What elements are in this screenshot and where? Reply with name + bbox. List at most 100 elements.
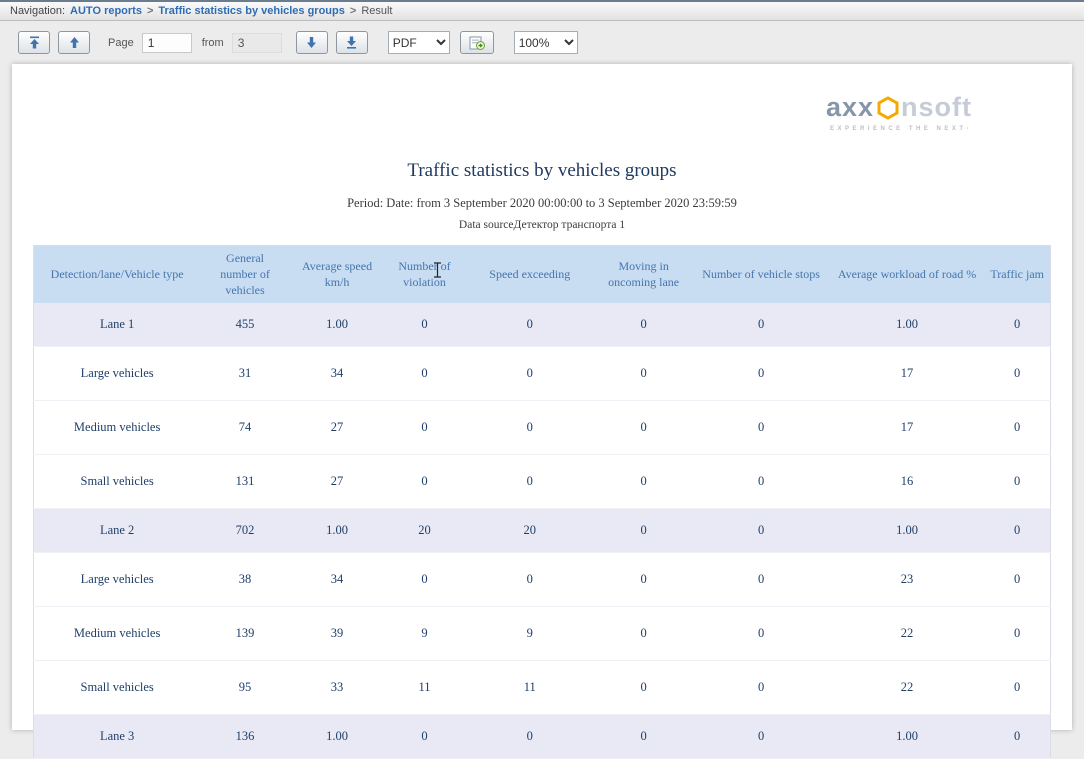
last-page-button[interactable] — [336, 31, 368, 54]
value-cell: 0 — [384, 455, 464, 509]
value-cell: 0 — [384, 303, 464, 347]
page-label: Page — [108, 37, 134, 49]
report-page: axx nsoft EXPERIENCE THE NEXT· Traffic s… — [12, 64, 1072, 730]
value-cell: 0 — [984, 455, 1050, 509]
table-row: Large vehicles31340000170 — [34, 347, 1051, 401]
header-moving-oncoming: Moving in oncoming lane — [595, 246, 693, 303]
report-period: Period: Date: from 3 September 2020 00:0… — [12, 196, 1072, 211]
header-number-violation: Number of violation — [384, 246, 464, 303]
value-cell: 0 — [595, 607, 693, 661]
value-cell: 0 — [595, 509, 693, 553]
hexagon-icon — [876, 96, 900, 120]
row-label-cell: Medium vehicles — [34, 401, 201, 455]
value-cell: 17 — [830, 347, 985, 401]
value-cell: 702 — [200, 509, 289, 553]
value-cell: 0 — [595, 661, 693, 715]
first-page-button[interactable] — [18, 31, 50, 54]
zoom-select[interactable]: 100% — [514, 31, 578, 54]
report-toolbar: Page from PDF 100% — [0, 21, 1084, 64]
value-cell: 0 — [595, 553, 693, 607]
breadcrumb-separator: > — [350, 5, 356, 17]
value-cell: 38 — [200, 553, 289, 607]
traffic-statistics-table: Detection/lane/Vehicle type General numb… — [33, 245, 1051, 759]
value-cell: 0 — [984, 347, 1050, 401]
value-cell: 0 — [384, 401, 464, 455]
value-cell: 20 — [465, 509, 595, 553]
arrow-down-bar-icon — [345, 36, 358, 49]
value-cell: 0 — [984, 607, 1050, 661]
row-label-cell: Lane 1 — [34, 303, 201, 347]
value-cell: 0 — [465, 455, 595, 509]
value-cell: 0 — [384, 347, 464, 401]
table-row: Lane 14551.0000001.000 — [34, 303, 1051, 347]
value-cell: 9 — [384, 607, 464, 661]
value-cell: 27 — [290, 401, 385, 455]
row-label-cell: Small vehicles — [34, 455, 201, 509]
value-cell: 0 — [595, 401, 693, 455]
value-cell: 74 — [200, 401, 289, 455]
total-pages-field — [232, 33, 282, 53]
report-data-source: Data sourceДетектор транспорта 1 — [12, 219, 1072, 231]
value-cell: 9 — [465, 607, 595, 661]
value-cell: 0 — [984, 661, 1050, 715]
value-cell: 0 — [692, 661, 829, 715]
table-row: Medium vehicles74270000170 — [34, 401, 1051, 455]
value-cell: 1.00 — [290, 715, 385, 759]
breadcrumb-result: Result — [361, 5, 392, 17]
value-cell: 0 — [692, 455, 829, 509]
value-cell: 0 — [984, 509, 1050, 553]
value-cell: 455 — [200, 303, 289, 347]
breadcrumb-label: Navigation: — [10, 5, 65, 17]
table-row: Small vehicles9533111100220 — [34, 661, 1051, 715]
table-row: Large vehicles38340000230 — [34, 553, 1051, 607]
value-cell: 0 — [984, 715, 1050, 759]
previous-page-button[interactable] — [58, 31, 90, 54]
table-header-row: Detection/lane/Vehicle type General numb… — [34, 246, 1051, 303]
value-cell: 0 — [595, 455, 693, 509]
value-cell: 0 — [984, 401, 1050, 455]
value-cell: 31 — [200, 347, 289, 401]
breadcrumb-traffic-statistics[interactable]: Traffic statistics by vehicles groups — [158, 5, 344, 17]
value-cell: 22 — [830, 661, 985, 715]
row-label-cell: Lane 2 — [34, 509, 201, 553]
value-cell: 33 — [290, 661, 385, 715]
value-cell: 1.00 — [830, 509, 985, 553]
row-label-cell: Large vehicles — [34, 553, 201, 607]
next-page-button[interactable] — [296, 31, 328, 54]
row-label-cell: Medium vehicles — [34, 607, 201, 661]
breadcrumb-separator: > — [147, 5, 153, 17]
value-cell: 0 — [984, 303, 1050, 347]
value-cell: 22 — [830, 607, 985, 661]
value-cell: 0 — [384, 715, 464, 759]
value-cell: 0 — [692, 401, 829, 455]
header-workload-road: Average workload of road % — [830, 246, 985, 303]
from-label: from — [202, 37, 224, 49]
value-cell: 139 — [200, 607, 289, 661]
value-cell: 0 — [692, 303, 829, 347]
value-cell: 136 — [200, 715, 289, 759]
value-cell: 11 — [465, 661, 595, 715]
page-number-input[interactable] — [142, 33, 192, 53]
logo-tagline: EXPERIENCE THE NEXT· — [826, 126, 972, 132]
value-cell: 0 — [465, 553, 595, 607]
breadcrumb: Navigation: AUTO reports > Traffic stati… — [0, 0, 1084, 21]
value-cell: 11 — [384, 661, 464, 715]
table-row: Small vehicles131270000160 — [34, 455, 1051, 509]
value-cell: 0 — [465, 303, 595, 347]
value-cell: 1.00 — [830, 715, 985, 759]
header-average-speed: Average speed km/h — [290, 246, 385, 303]
value-cell: 27 — [290, 455, 385, 509]
header-general-number: General number of vehicles — [200, 246, 289, 303]
export-format-select[interactable]: PDF — [388, 31, 450, 54]
breadcrumb-auto-reports[interactable]: AUTO reports — [70, 5, 142, 17]
report-table-container: Detection/lane/Vehicle type General numb… — [33, 245, 1051, 759]
header-vehicle-stops: Number of vehicle stops — [692, 246, 829, 303]
value-cell: 0 — [984, 553, 1050, 607]
arrow-up-bar-icon — [28, 36, 41, 49]
value-cell: 34 — [290, 553, 385, 607]
row-label-cell: Small vehicles — [34, 661, 201, 715]
export-button[interactable] — [460, 31, 494, 54]
value-cell: 0 — [465, 347, 595, 401]
value-cell: 0 — [595, 715, 693, 759]
header-speed-exceeding: Speed exceeding — [465, 246, 595, 303]
